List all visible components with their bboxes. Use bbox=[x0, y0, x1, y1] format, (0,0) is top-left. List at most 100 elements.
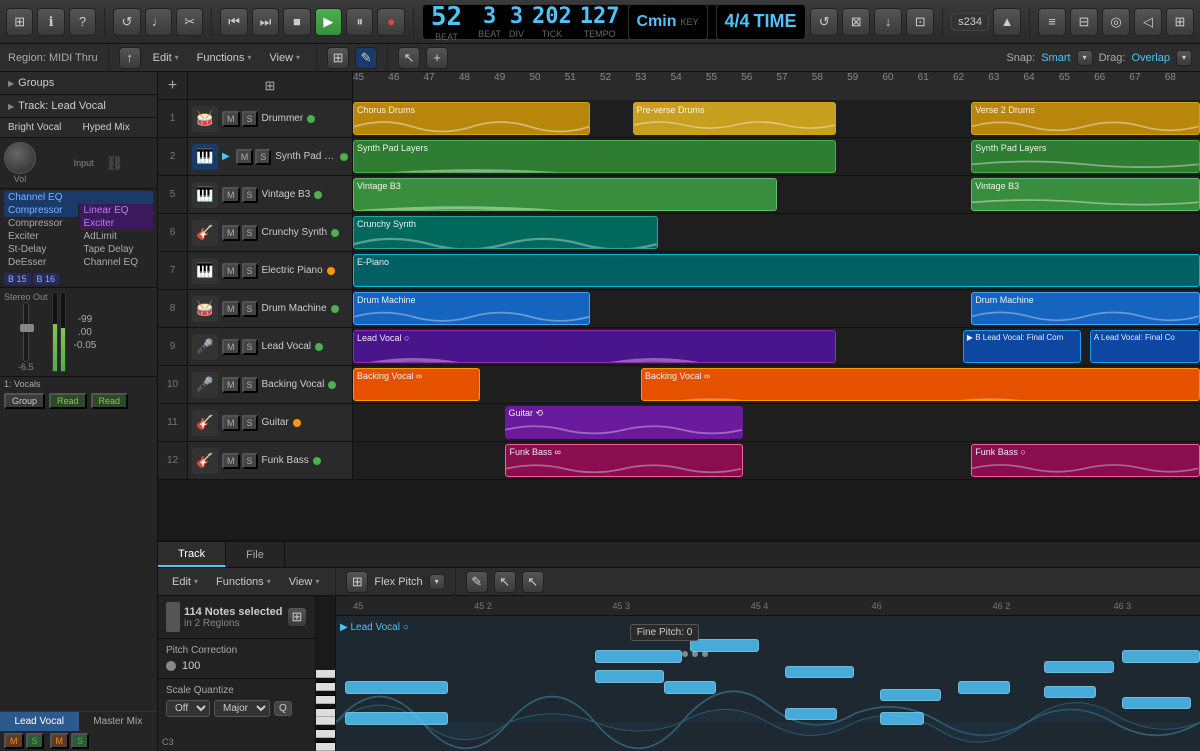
pitch-expand-btn[interactable]: ⊞ bbox=[287, 607, 307, 627]
region-verse2-drums[interactable]: Verse 2 Drums bbox=[971, 102, 1200, 135]
track-lane-2[interactable]: Synth Pad Layers Synth Pad Layers bbox=[353, 138, 1200, 175]
key-e[interactable] bbox=[316, 717, 335, 725]
track-solo-9[interactable]: S bbox=[242, 339, 258, 355]
plugin-channel-eq[interactable]: Channel EQ bbox=[4, 191, 153, 204]
region-lead-vocal-b[interactable]: ▶ B Lead Vocal: Final Com bbox=[963, 330, 1082, 363]
view-menu-btn[interactable]: View ▾ bbox=[263, 50, 306, 66]
track-lane-1[interactable]: Chorus Drums Pre-verse Drums Verse 2 Dru… bbox=[353, 100, 1200, 137]
up-arrow-btn[interactable]: ↑ bbox=[119, 47, 141, 69]
plugin-tape-delay[interactable]: Tape Delay bbox=[80, 243, 154, 256]
snap-down-btn[interactable]: ▾ bbox=[1077, 50, 1093, 66]
plugin-linear-eq[interactable]: Linear EQ bbox=[80, 204, 154, 217]
flex-pitch-content[interactable]: 45 45 2 45 3 45 4 46 46 2 46 3 ▶ Lead Vo… bbox=[336, 596, 1200, 751]
plugin-adlimit[interactable]: AdLimit bbox=[80, 230, 154, 243]
track-solo-10[interactable]: S bbox=[242, 377, 258, 393]
drag-down-btn[interactable]: ▾ bbox=[1176, 50, 1192, 66]
plugin-channel-eq2[interactable]: Channel EQ bbox=[80, 256, 154, 269]
edit-menu-btn[interactable]: Edit ▾ bbox=[147, 50, 185, 66]
record-btn[interactable]: ● bbox=[377, 8, 404, 36]
fp-note-11[interactable] bbox=[958, 681, 1010, 693]
region-backing-vocal-2[interactable]: Backing Vocal ∞ bbox=[641, 368, 1200, 401]
key-f[interactable] bbox=[316, 709, 335, 717]
rewind-btn[interactable]: ⏮ bbox=[220, 8, 247, 36]
mute-btn[interactable]: M bbox=[4, 733, 24, 749]
track-mute-2[interactable]: M bbox=[236, 149, 254, 165]
track-mute-12[interactable]: M bbox=[222, 453, 240, 469]
info-btn[interactable]: ℹ bbox=[37, 8, 64, 36]
region-epiano[interactable]: E-Piano bbox=[353, 254, 1200, 287]
key-b[interactable] bbox=[316, 670, 335, 678]
track-mute-1[interactable]: M bbox=[222, 111, 240, 127]
plugin-exciter-purple[interactable]: Exciter bbox=[80, 217, 154, 230]
track-solo-12[interactable]: S bbox=[242, 453, 258, 469]
region-funk-bass-2[interactable]: Funk Bass ○ bbox=[971, 444, 1200, 477]
key-d[interactable] bbox=[316, 730, 335, 738]
plugin-exciter[interactable]: Exciter bbox=[4, 230, 78, 243]
fp-note-13[interactable] bbox=[1044, 686, 1096, 698]
pointer-tool[interactable]: ↖ bbox=[398, 47, 420, 69]
region-synth-pad-2[interactable]: Synth Pad Layers bbox=[971, 140, 1200, 173]
bottom-functions-menu[interactable]: Functions ▾ bbox=[210, 574, 277, 590]
region-guitar[interactable]: Guitar ⟲ bbox=[505, 406, 742, 439]
fp-note-5[interactable] bbox=[595, 650, 681, 662]
capture-btn[interactable]: ⊡ bbox=[906, 8, 934, 36]
key-g[interactable] bbox=[316, 696, 335, 704]
menu-btn[interactable]: ≡ bbox=[1038, 8, 1066, 36]
key-c[interactable] bbox=[316, 743, 335, 751]
fader-track[interactable] bbox=[23, 302, 29, 362]
undo-btn[interactable]: ↺ bbox=[113, 8, 140, 36]
group-button[interactable]: Group bbox=[4, 393, 45, 409]
grid-icon[interactable]: ⊞ bbox=[265, 78, 276, 94]
tab-track[interactable]: Track bbox=[158, 542, 226, 567]
bottom-tool2[interactable]: ↖ bbox=[494, 571, 516, 593]
track-lane-11[interactable]: Guitar ⟲ bbox=[353, 404, 1200, 441]
track-lane-7[interactable]: E-Piano bbox=[353, 252, 1200, 289]
track-lane-12[interactable]: Funk Bass ∞ Funk Bass ○ bbox=[353, 442, 1200, 479]
region-pre-verse[interactable]: Pre-verse Drums bbox=[633, 102, 836, 135]
plugin-st-delay[interactable]: St-Delay bbox=[4, 243, 78, 256]
functions-menu-btn[interactable]: Functions ▾ bbox=[191, 50, 258, 66]
mixer-btn[interactable]: ⊟ bbox=[1070, 8, 1098, 36]
key-a[interactable] bbox=[316, 683, 335, 691]
region-funk-bass-1[interactable]: Funk Bass ∞ bbox=[505, 444, 742, 477]
slider-dot[interactable] bbox=[166, 661, 176, 671]
read-button2[interactable]: Read bbox=[91, 393, 129, 409]
plugin-compressor2[interactable]: Compressor bbox=[4, 217, 78, 230]
fast-forward-btn[interactable]: ⏭ bbox=[252, 8, 279, 36]
track-mute-10[interactable]: M bbox=[222, 377, 240, 393]
track-mute-6[interactable]: M bbox=[222, 225, 240, 241]
fp-note-6[interactable] bbox=[690, 639, 759, 651]
track-solo-11[interactable]: S bbox=[242, 415, 258, 431]
tab-file[interactable]: File bbox=[226, 542, 285, 567]
bus-b16[interactable]: B 16 bbox=[33, 273, 60, 285]
bottom-view-menu[interactable]: View ▾ bbox=[283, 574, 326, 590]
track-lane-6[interactable]: Crunchy Synth bbox=[353, 214, 1200, 251]
fp-note-14[interactable] bbox=[1122, 650, 1200, 662]
help-btn[interactable]: ? bbox=[69, 8, 96, 36]
add-tool[interactable]: + bbox=[426, 47, 448, 69]
region-lead-vocal-1[interactable]: Lead Vocal ○ bbox=[353, 330, 836, 363]
key-display[interactable]: Cmin KEY bbox=[628, 4, 708, 40]
autopunch-btn[interactable]: ⊠ bbox=[842, 8, 870, 36]
track-header[interactable]: ▶ Track: Lead Vocal bbox=[0, 95, 157, 117]
fp-note-9[interactable] bbox=[880, 689, 940, 701]
track-mute-9[interactable]: M bbox=[222, 339, 240, 355]
tab-master-mix[interactable]: Master Mix bbox=[79, 711, 158, 731]
track-lane-8[interactable]: Drum Machine Drum Machine bbox=[353, 290, 1200, 327]
plugin-deesser[interactable]: DeEsser bbox=[4, 256, 78, 269]
track-mute-8[interactable]: M bbox=[222, 301, 240, 317]
add-track-btn[interactable]: + bbox=[168, 77, 177, 95]
track-solo-5[interactable]: S bbox=[242, 187, 258, 203]
fp-note-4[interactable] bbox=[664, 681, 716, 693]
fp-note-3[interactable] bbox=[595, 670, 664, 682]
track-solo-2[interactable]: S bbox=[255, 149, 271, 165]
track-solo-8[interactable]: S bbox=[242, 301, 258, 317]
fp-note-7[interactable] bbox=[785, 666, 854, 678]
read-button[interactable]: Read bbox=[49, 393, 87, 409]
solo-btn2[interactable]: S bbox=[71, 733, 89, 749]
fp-note-15[interactable] bbox=[1122, 697, 1191, 709]
browser-btn[interactable]: ◎ bbox=[1102, 8, 1130, 36]
replace-btn[interactable]: ↓ bbox=[874, 8, 902, 36]
mute-btn2[interactable]: M bbox=[50, 733, 70, 749]
pause-btn[interactable]: ⏸ bbox=[346, 8, 373, 36]
